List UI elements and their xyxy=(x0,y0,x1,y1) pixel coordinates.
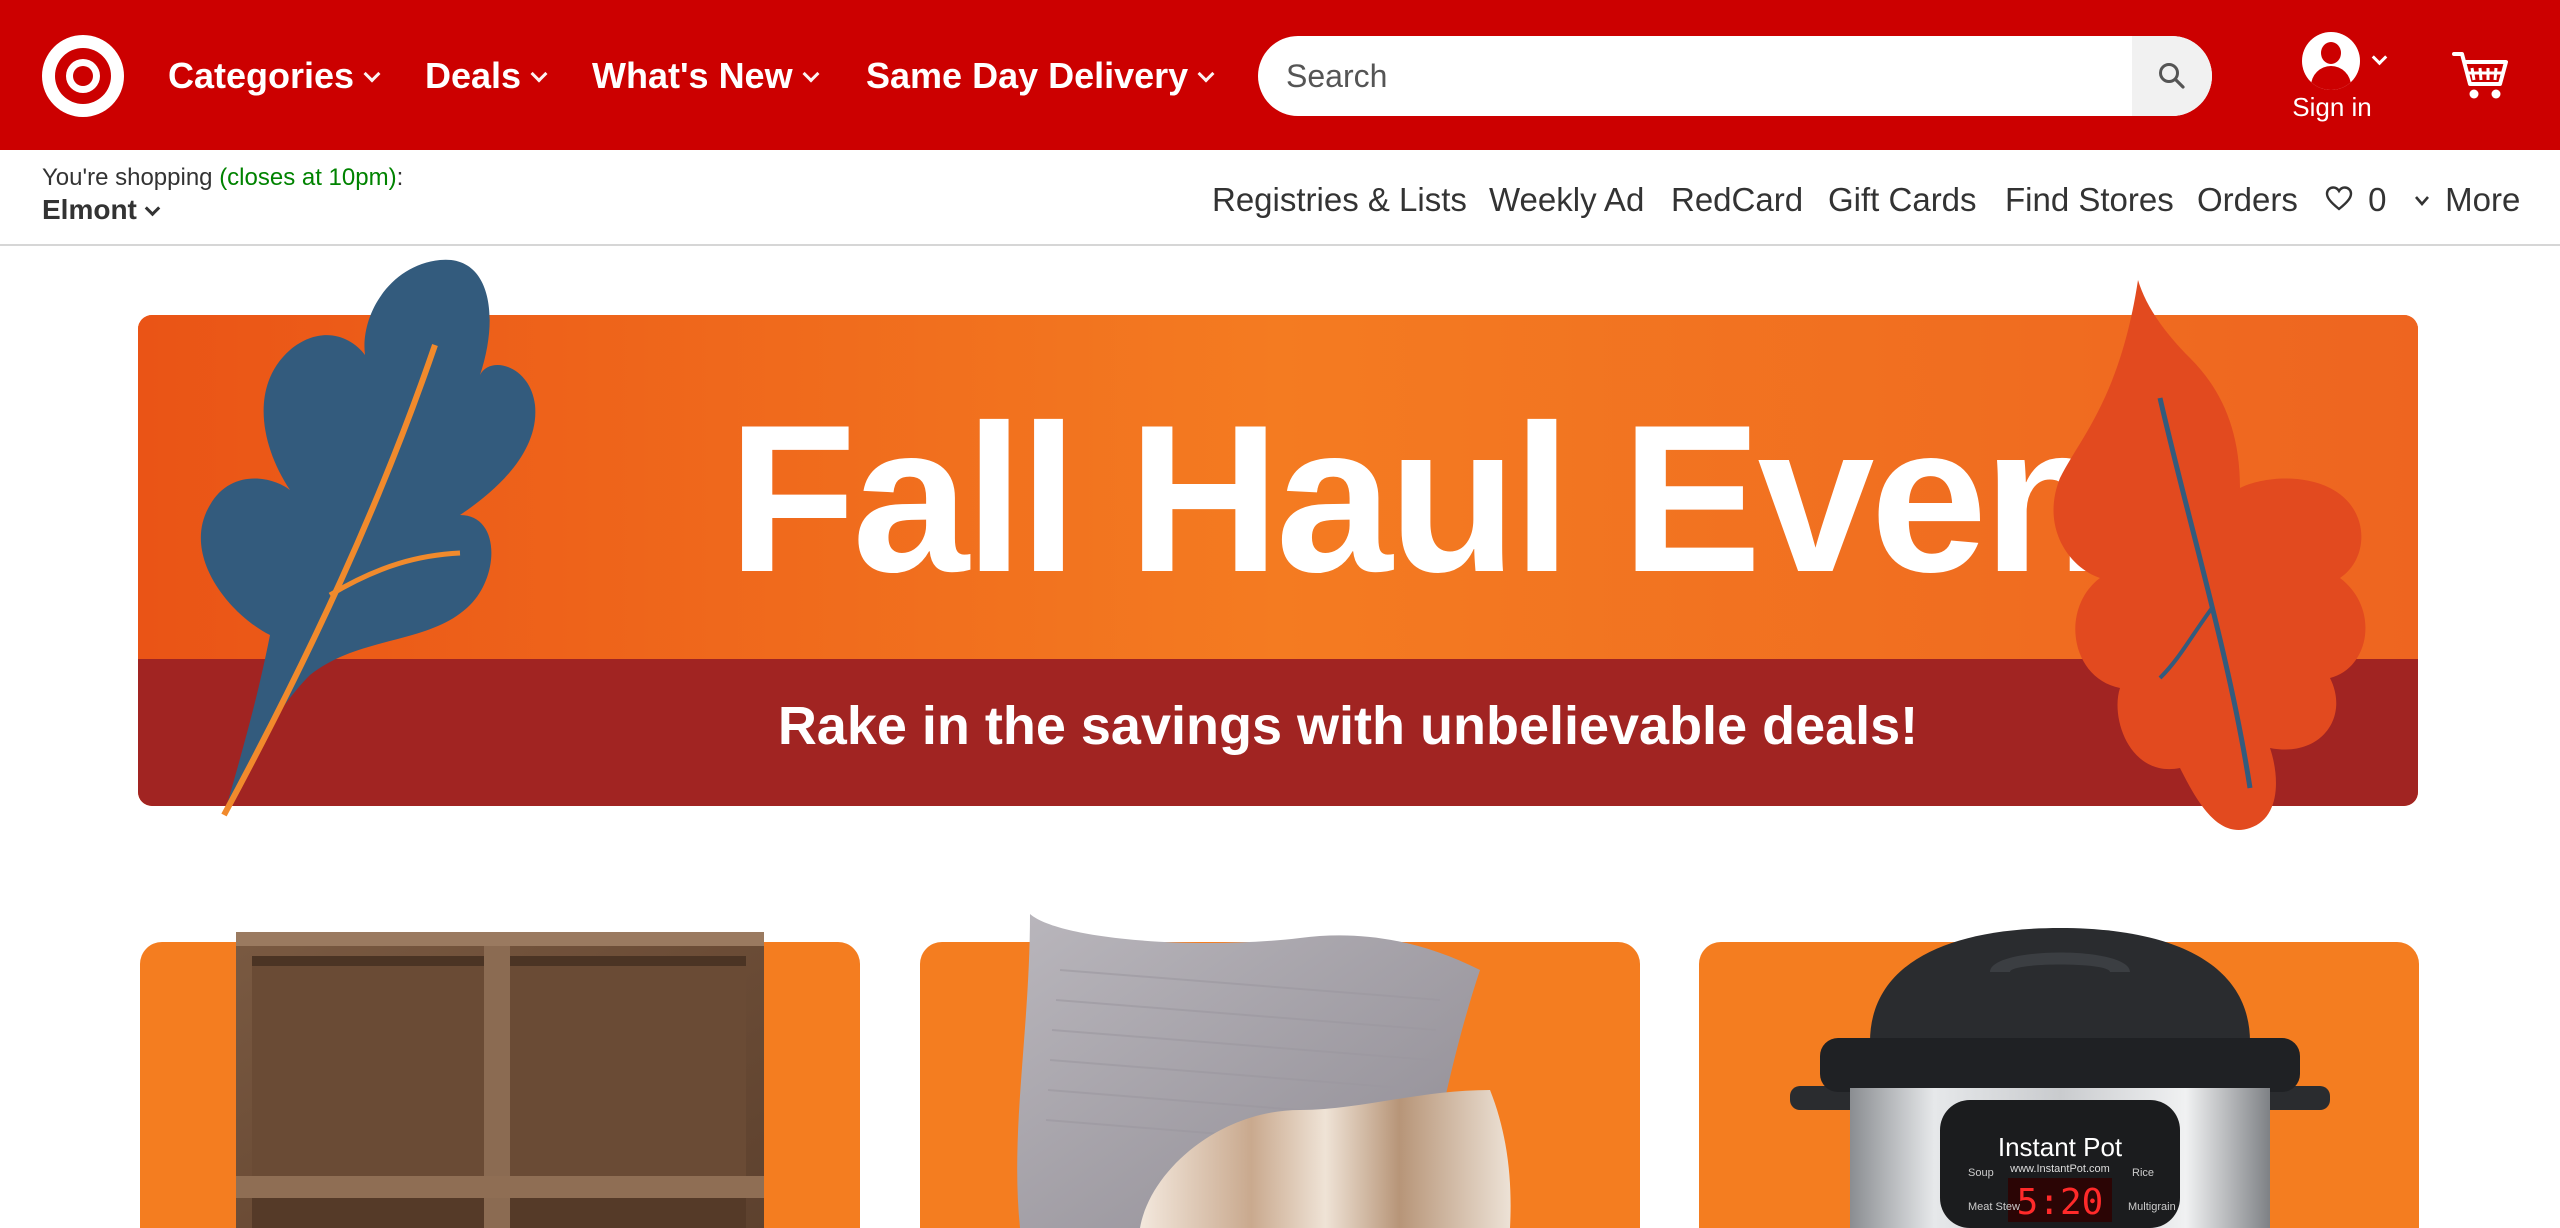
shopping-prefix: You're shopping xyxy=(42,164,220,191)
nav-whats-new-label: What's New xyxy=(592,55,793,96)
chevron-down-icon xyxy=(802,65,820,83)
nav-deals[interactable]: Deals xyxy=(425,54,548,98)
heart-icon xyxy=(2325,186,2353,211)
cooker-button-meat-stew: Meat Stew xyxy=(1968,1201,2020,1213)
nav-whats-new[interactable]: What's New xyxy=(592,54,820,98)
store-closing-time: (closes at 10pm) xyxy=(219,164,397,191)
chevron-down-icon xyxy=(2415,196,2429,206)
chevron-down-icon xyxy=(363,65,381,83)
link-orders[interactable]: Orders xyxy=(2197,180,2298,220)
nav-same-day-delivery-label: Same Day Delivery xyxy=(866,55,1189,96)
hero-title: Fall Haul Event xyxy=(728,381,2177,616)
target-logo[interactable] xyxy=(42,35,124,117)
sign-in-label: Sign in xyxy=(2292,92,2372,122)
store-name-label: Elmont xyxy=(42,194,137,225)
favorites-count: 0 xyxy=(2368,181,2387,218)
chevron-down-icon xyxy=(144,200,161,217)
logo-bullseye xyxy=(73,66,93,86)
link-redcard[interactable]: RedCard xyxy=(1671,180,1803,220)
orange-leaf-illustration xyxy=(2053,280,2366,830)
account-icon xyxy=(2302,32,2360,90)
shopping-suffix: : xyxy=(396,164,404,191)
instant-pot-url: www.InstantPot.com xyxy=(2009,1163,2110,1175)
link-registries-lists[interactable]: Registries & Lists xyxy=(1212,180,1467,220)
chevron-down-icon xyxy=(2371,49,2388,66)
nav-categories-label: Categories xyxy=(168,55,355,96)
cart-icon[interactable] xyxy=(2452,48,2508,104)
favorites-link[interactable]: 0 xyxy=(2325,180,2387,220)
link-find-stores[interactable]: Find Stores xyxy=(2005,180,2174,220)
link-weekly-ad[interactable]: Weekly Ad xyxy=(1489,180,1644,220)
chevron-down-icon xyxy=(1197,65,1215,83)
pillow-image xyxy=(1017,914,1511,1228)
chevron-down-icon xyxy=(530,65,548,83)
account-menu[interactable]: Sign in xyxy=(2288,32,2408,122)
search-button[interactable] xyxy=(2132,36,2212,116)
search-input[interactable] xyxy=(1286,36,2106,116)
nav-same-day-delivery[interactable]: Same Day Delivery xyxy=(866,54,1215,98)
cooker-button-soup: Soup xyxy=(1968,1167,1994,1179)
instant-pot-brand: Instant Pot xyxy=(1998,1132,2123,1162)
cube-shelf-image xyxy=(236,932,764,1228)
cooker-display: 5:20 xyxy=(2017,1182,2104,1223)
nav-categories[interactable]: Categories xyxy=(168,54,381,98)
store-selector[interactable]: You're shopping (closes at 10pm): Elmont xyxy=(42,164,403,226)
cooker-button-multigrain: Multigrain xyxy=(2128,1201,2176,1213)
utility-bar: You're shopping (closes at 10pm): Elmont… xyxy=(0,150,2560,246)
link-gift-cards[interactable]: Gift Cards xyxy=(1828,180,1977,220)
more-label: More xyxy=(2445,181,2521,218)
cooker-button-rice: Rice xyxy=(2132,1167,2154,1179)
pressure-cooker-image: Instant Pot www.InstantPot.com 5:20 Soup… xyxy=(1790,928,2330,1228)
store-name: Elmont xyxy=(42,194,403,226)
store-hours-text: You're shopping (closes at 10pm): xyxy=(42,164,403,192)
nav-deals-label: Deals xyxy=(425,55,522,96)
search-bar xyxy=(1258,36,2212,116)
more-menu[interactable]: More xyxy=(2412,180,2520,220)
blue-leaf-illustration xyxy=(200,259,536,817)
search-icon xyxy=(2159,63,2185,89)
top-nav-bar: Categories Deals What's New Same Day Del… xyxy=(0,0,2560,150)
